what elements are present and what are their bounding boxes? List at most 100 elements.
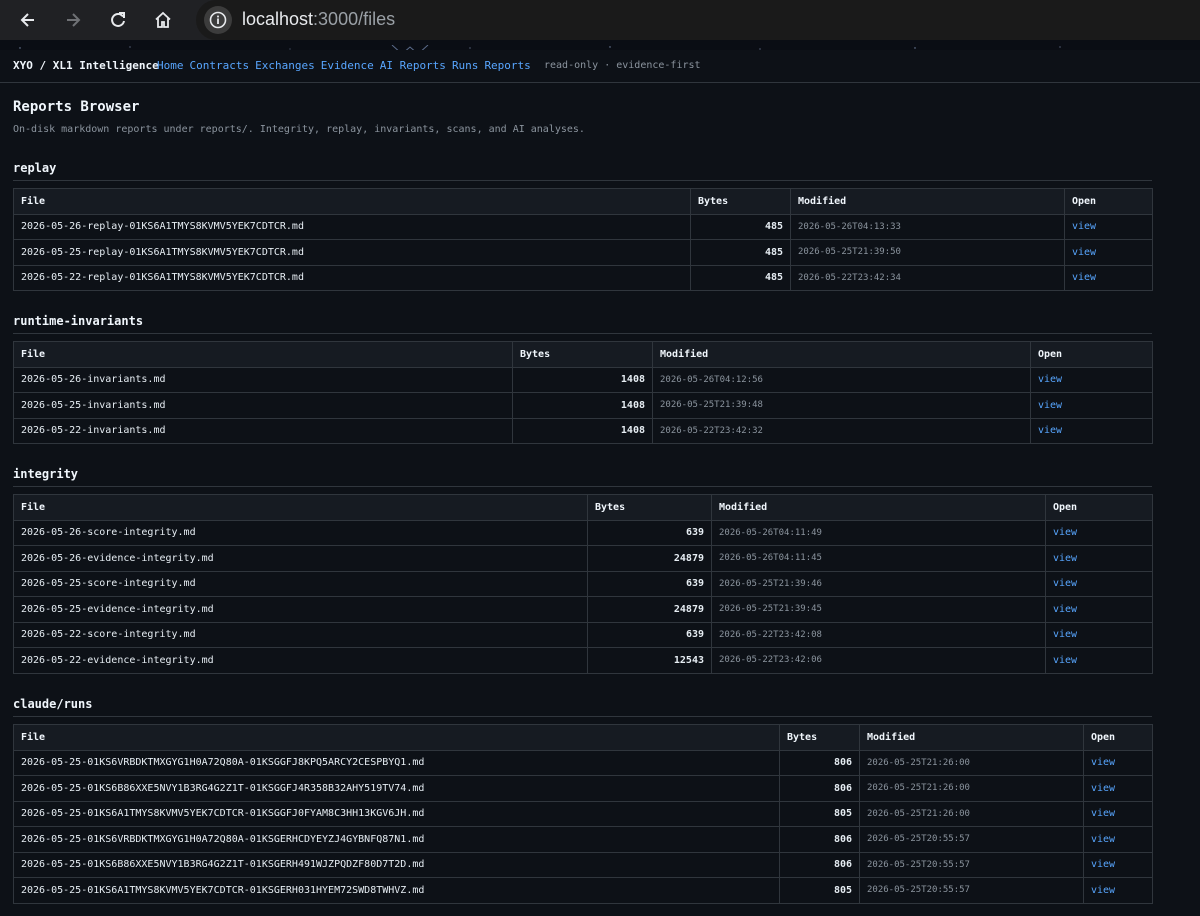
reports-table: File Bytes Modified Open 2026-05-26-repl… [13, 188, 1153, 291]
table-row: 2026-05-26-invariants.md 1408 2026-05-26T0… [13, 366, 1153, 393]
file-bytes: 806 [779, 775, 860, 802]
file-name: 2026-05-26-score-integrity.md [13, 519, 588, 546]
file-modified: 2026-05-25T21:39:50 [790, 239, 1065, 266]
file-name: 2026-05-25-01KS6VRBDKTMXGYG1H0A72Q80A-01… [13, 826, 780, 853]
section-title: integrity [13, 466, 1152, 487]
open-cell: view [1083, 749, 1153, 776]
forward-icon[interactable] [57, 4, 89, 36]
nav-link-ai-reports[interactable]: AI Reports [380, 59, 446, 72]
open-cell: view [1083, 800, 1153, 827]
view-link[interactable]: view [1038, 400, 1062, 411]
view-link[interactable]: view [1038, 425, 1062, 436]
table-header-row: File Bytes Modified Open [13, 341, 1153, 368]
page-subtitle: On-disk markdown reports under reports/.… [13, 124, 585, 135]
view-link[interactable]: view [1091, 783, 1115, 794]
nav-link-runs[interactable]: Runs [452, 59, 479, 72]
table-header-row: File Bytes Modified Open [13, 724, 1153, 751]
file-name: 2026-05-26-invariants.md [13, 366, 513, 393]
view-link[interactable]: view [1053, 604, 1077, 615]
file-name: 2026-05-25-01KS6A1TMYS8KVMV5YEK7CDTCR-01… [13, 800, 780, 827]
view-link[interactable]: view [1091, 834, 1115, 845]
section-title: runtime-invariants [13, 313, 1152, 334]
reload-icon[interactable] [102, 4, 134, 36]
brand-title[interactable]: XYO / XL1 Intelligence [13, 59, 159, 72]
header-banner [0, 40, 1200, 50]
column-header-bytes: Bytes [690, 188, 791, 215]
file-bytes: 485 [690, 264, 791, 291]
file-name: 2026-05-26-replay-01KS6A1TMYS8KVMV5YEK7C… [13, 213, 691, 240]
view-link[interactable]: view [1053, 578, 1077, 589]
table-row: 2026-05-22-invariants.md 1408 2026-05-22T2… [13, 417, 1153, 444]
view-link[interactable]: view [1053, 553, 1077, 564]
view-link[interactable]: view [1053, 655, 1077, 666]
file-bytes: 806 [779, 851, 860, 878]
view-link[interactable]: view [1053, 629, 1077, 640]
open-cell: view [1064, 239, 1153, 266]
table-row: 2026-05-25-01KS6B86XXE5NVY1B3RG4G2Z1T-01… [13, 851, 1153, 878]
file-bytes: 639 [587, 621, 712, 648]
file-modified: 2026-05-25T21:39:46 [711, 570, 1046, 597]
url-text[interactable]: localhost:3000/files [242, 9, 395, 30]
column-header-open: Open [1030, 341, 1153, 368]
section-integrity: integrity File Bytes Modified Open 2026-… [13, 466, 1153, 674]
table-row: 2026-05-25-invariants.md 1408 2026-05-25T2… [13, 392, 1153, 419]
view-link[interactable]: view [1091, 808, 1115, 819]
view-link[interactable]: view [1091, 859, 1115, 870]
file-bytes: 1408 [512, 417, 653, 444]
column-header-bytes: Bytes [779, 724, 860, 751]
file-modified: 2026-05-26T04:13:33 [790, 213, 1065, 240]
file-bytes: 806 [779, 749, 860, 776]
top-navigation: XYO / XL1 Intelligence Home Contracts Exch… [0, 50, 1200, 83]
nav-link-reports[interactable]: Reports [484, 59, 530, 72]
view-link[interactable]: view [1053, 527, 1077, 538]
home-icon[interactable] [147, 4, 179, 36]
reports-table: File Bytes Modified Open 2026-05-26-inva… [13, 341, 1153, 444]
column-header-open: Open [1045, 494, 1153, 521]
file-name: 2026-05-25-01KS6VRBDKTMXGYG1H0A72Q80A-01… [13, 749, 780, 776]
file-modified: 2026-05-26T04:11:45 [711, 545, 1046, 572]
back-icon[interactable] [12, 4, 44, 36]
table-row: 2026-05-25-replay-01KS6A1TMYS8KVMV5YEK7C… [13, 239, 1153, 266]
column-header-modified: Modified [790, 188, 1065, 215]
nav-link-contracts[interactable]: Contracts [190, 59, 250, 72]
open-cell: view [1045, 621, 1153, 648]
page-title: Reports Browser [13, 99, 140, 115]
site-info-icon[interactable] [204, 6, 232, 34]
open-cell: view [1045, 519, 1153, 546]
file-modified: 2026-05-25T21:26:00 [859, 775, 1084, 802]
file-bytes: 12543 [587, 647, 712, 674]
table-header-row: File Bytes Modified Open [13, 494, 1153, 521]
reports-table: File Bytes Modified Open 2026-05-26-scor… [13, 494, 1153, 674]
file-modified: 2026-05-22T23:42:08 [711, 621, 1046, 648]
file-bytes: 806 [779, 826, 860, 853]
view-link[interactable]: view [1072, 247, 1096, 258]
file-name: 2026-05-25-01KS6A1TMYS8KVMV5YEK7CDTCR-01… [13, 877, 780, 904]
nav-links: Home Contracts Exchanges Evidence AI Reports… [157, 59, 537, 72]
file-bytes: 805 [779, 800, 860, 827]
file-modified: 2026-05-22T23:42:34 [790, 264, 1065, 291]
section-runtime-invariants: runtime-invariants File Bytes Modified O… [13, 313, 1153, 444]
nav-link-home[interactable]: Home [157, 59, 184, 72]
file-modified: 2026-05-25T21:26:00 [859, 800, 1084, 827]
file-modified: 2026-05-25T21:39:45 [711, 596, 1046, 623]
open-cell: view [1045, 570, 1153, 597]
view-link[interactable]: view [1072, 221, 1096, 232]
file-bytes: 805 [779, 877, 860, 904]
table-row: 2026-05-26-replay-01KS6A1TMYS8KVMV5YEK7C… [13, 213, 1153, 240]
table-row: 2026-05-25-score-integrity.md 639 2026-05-… [13, 570, 1153, 597]
column-header-open: Open [1083, 724, 1153, 751]
open-cell: view [1083, 851, 1153, 878]
view-link[interactable]: view [1091, 885, 1115, 896]
file-modified: 2026-05-22T23:42:06 [711, 647, 1046, 674]
view-link[interactable]: view [1072, 272, 1096, 283]
nav-link-exchanges[interactable]: Exchanges [255, 59, 315, 72]
file-modified: 2026-05-25T21:39:48 [652, 392, 1031, 419]
table-row: 2026-05-25-01KS6B86XXE5NVY1B3RG4G2Z1T-01… [13, 775, 1153, 802]
browser-toolbar: localhost:3000/files [0, 0, 1200, 40]
file-name: 2026-05-25-invariants.md [13, 392, 513, 419]
view-link[interactable]: view [1038, 374, 1062, 385]
view-link[interactable]: view [1091, 757, 1115, 768]
nav-link-evidence[interactable]: Evidence [321, 59, 374, 72]
table-row: 2026-05-26-evidence-integrity.md 24879 202… [13, 545, 1153, 572]
file-name: 2026-05-25-01KS6B86XXE5NVY1B3RG4G2Z1T-01… [13, 851, 780, 878]
